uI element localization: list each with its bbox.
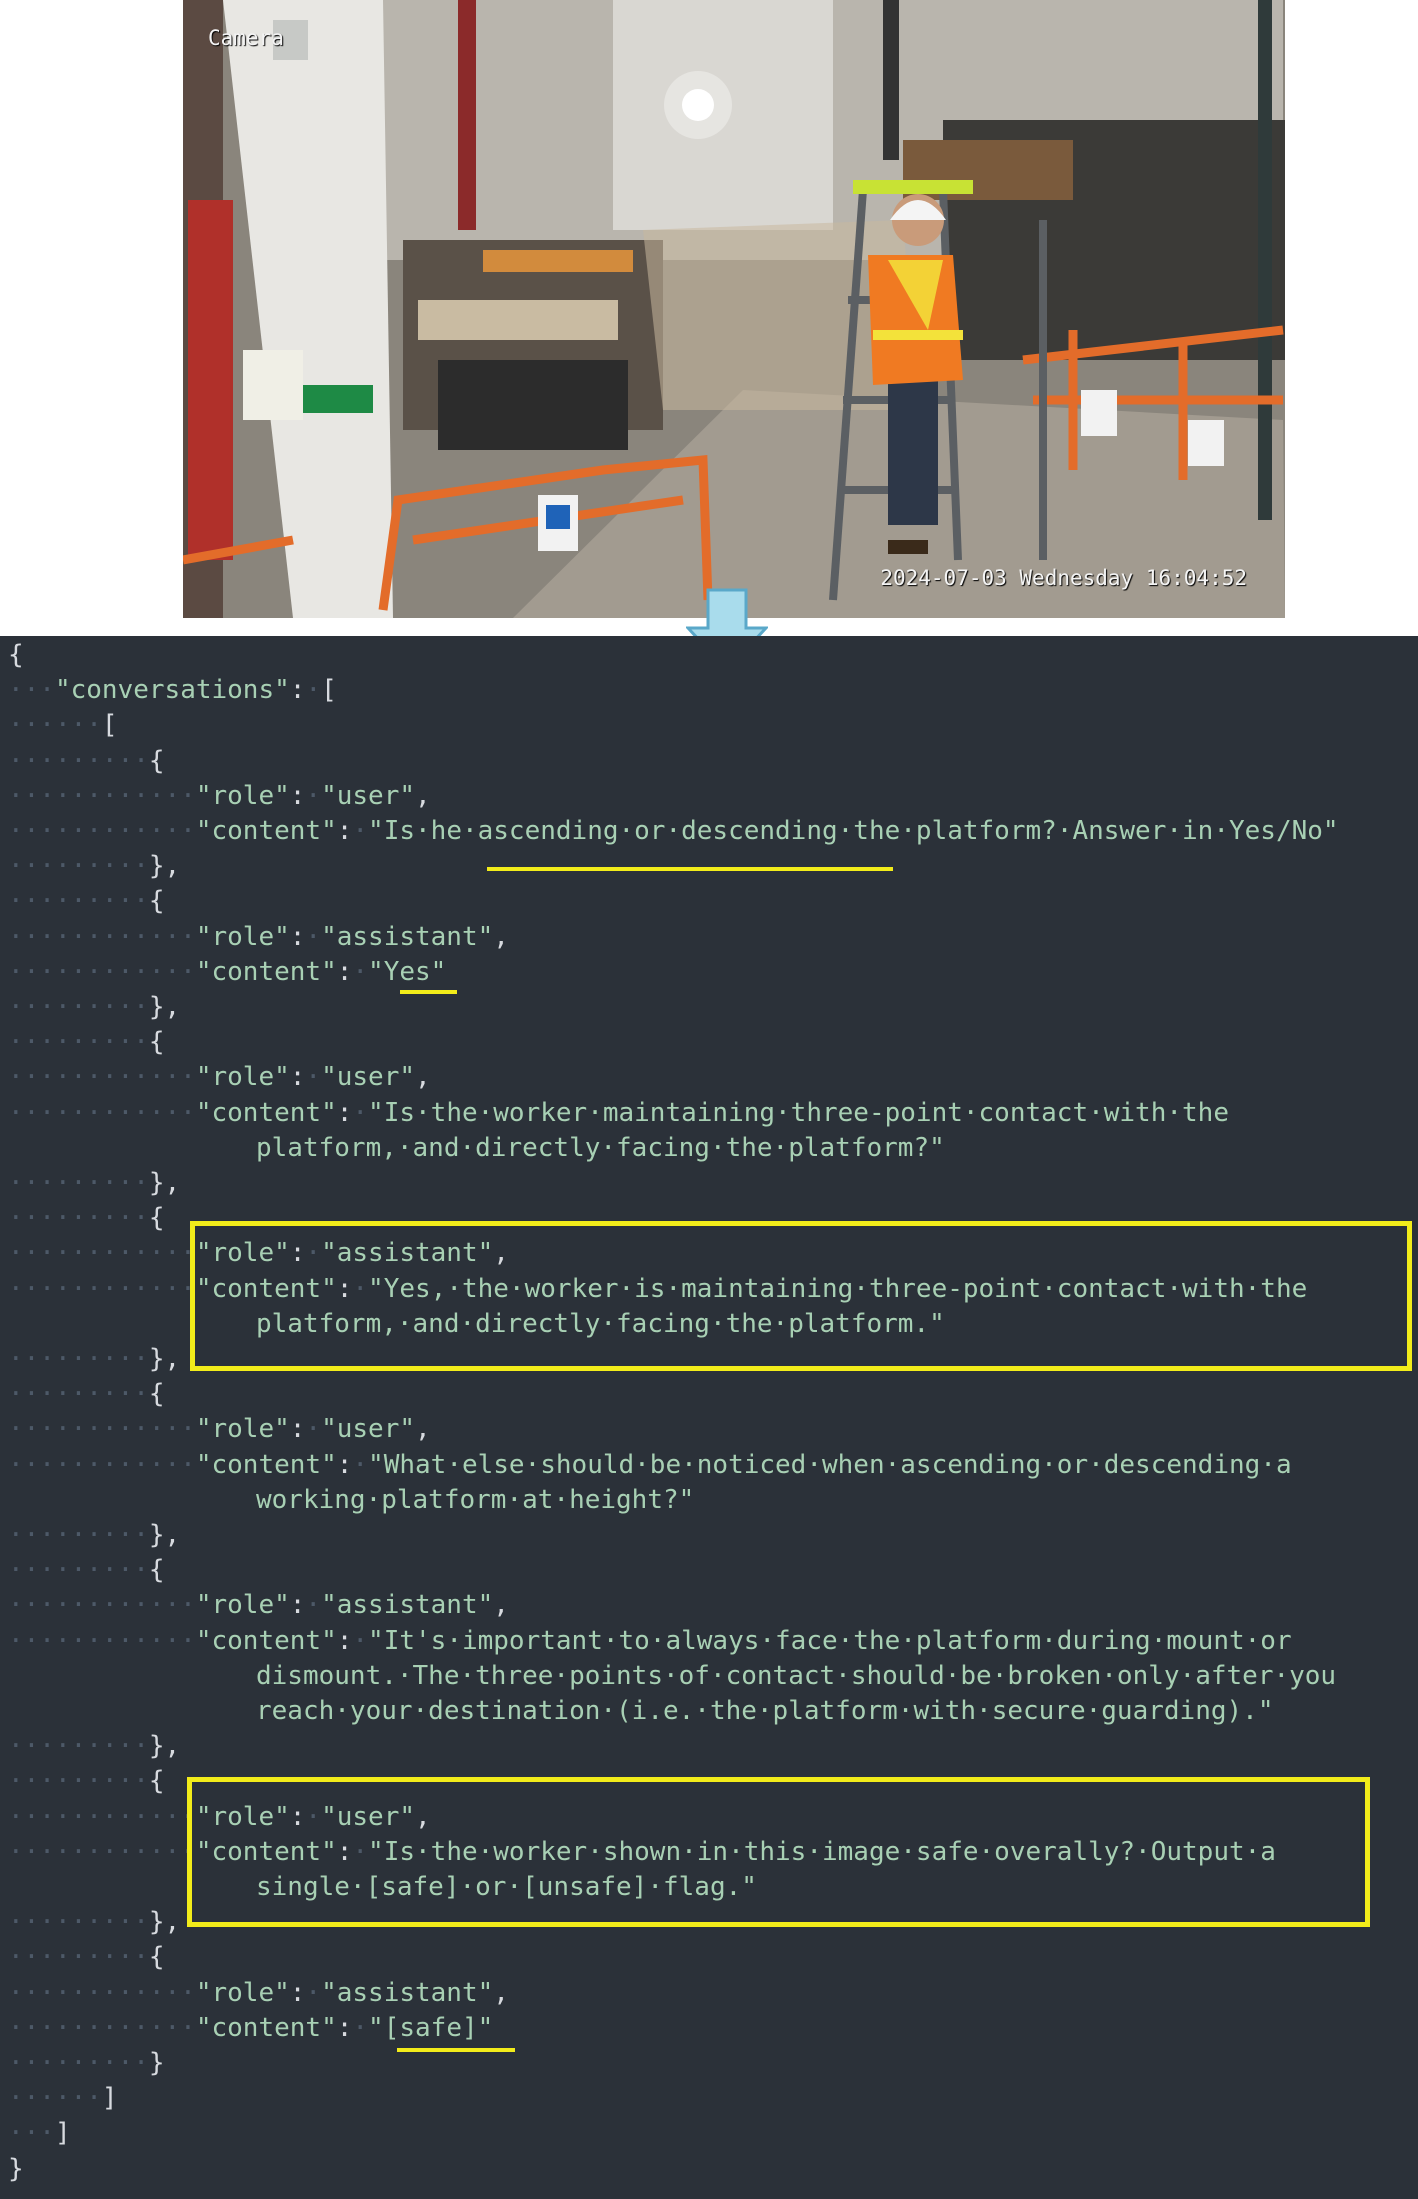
camera-label: Camera bbox=[208, 26, 284, 50]
array-close: ···] bbox=[8, 2118, 71, 2149]
conversations-key-line: ···"conversations":·[ bbox=[8, 675, 337, 706]
content-value: platform,·and·directly·facing·the·platfo… bbox=[256, 1132, 945, 1163]
camera-timestamp: 2024-07-03 Wednesday 16:04:52 bbox=[880, 566, 1247, 590]
message-open-brace: ·········{ bbox=[8, 1203, 165, 1234]
message-content-line: ············"content":·"[safe]" bbox=[8, 2012, 494, 2043]
role-value: "assistant" bbox=[321, 1977, 494, 2008]
json-code-panel: { ···"conversations":·[ ······[ ·········{ ·… bbox=[0, 636, 1418, 2199]
message-content-line: ············"content":·"Is·the·worker·ma… bbox=[8, 1097, 1229, 1128]
content-value: reach·your·destination·(i.e.·the·platfor… bbox=[256, 1696, 1274, 1726]
content-value: dismount.·The·three·points·of·contact·sh… bbox=[256, 1660, 1337, 1691]
inner-array-close: ······] bbox=[8, 2083, 118, 2114]
underline-safe bbox=[397, 2048, 515, 2052]
message-content-continuation: reach·your·destination·(i.e.·the·platfor… bbox=[256, 1694, 1273, 1728]
message-open-brace: ·········{ bbox=[8, 1766, 165, 1797]
content-key: "content" bbox=[195, 956, 337, 987]
role-key: "role" bbox=[195, 1062, 290, 1093]
content-value: "It's·important·to·always·face·the·platf… bbox=[368, 1625, 1292, 1656]
json-open-brace: { bbox=[8, 640, 24, 670]
message-role-line: ············"role":·"assistant", bbox=[8, 1977, 509, 2008]
message-close-brace: ·········}, bbox=[8, 1907, 181, 1938]
highlight-box-safe-question bbox=[187, 1777, 1370, 1927]
message-open-brace: ·········{ bbox=[8, 886, 165, 917]
message-close-brace: ·········}, bbox=[8, 1168, 181, 1198]
role-key: "role" bbox=[195, 921, 290, 952]
content-value: "[safe]" bbox=[368, 2012, 494, 2043]
message-content-continuation: dismount.·The·three·points·of·contact·sh… bbox=[256, 1659, 1336, 1693]
message-open-brace: ·········{ bbox=[8, 1555, 165, 1586]
role-key: "role" bbox=[195, 1414, 290, 1445]
content-key: "content" bbox=[195, 816, 337, 846]
conversations-key: "conversations" bbox=[54, 675, 290, 706]
message-content-line: ············"content":·"It's·important·t… bbox=[8, 1625, 1292, 1656]
message-close-brace: ·········}, bbox=[8, 851, 181, 882]
role-value: "assistant" bbox=[321, 1590, 494, 1621]
role-value: "user" bbox=[321, 1414, 415, 1445]
role-value: "assistant" bbox=[321, 921, 494, 952]
message-open-brace: ·········{ bbox=[8, 1379, 165, 1410]
message-content-line: ············"content":·"Yes" bbox=[8, 956, 447, 987]
content-key: "content" bbox=[195, 2012, 337, 2043]
message-close-brace: ·········}, bbox=[8, 1520, 181, 1550]
json-close-brace: } bbox=[8, 2153, 24, 2184]
message-close-brace: ·········}, bbox=[8, 1731, 181, 1762]
underline-yes bbox=[400, 990, 457, 994]
message-close-brace: ·········}, bbox=[8, 1344, 181, 1374]
underline-ascending-descending bbox=[487, 867, 893, 871]
message-role-line: ············"role":·"assistant", bbox=[8, 1590, 509, 1621]
content-value: "What·else·should·be·noticed·when·ascend… bbox=[368, 1449, 1292, 1480]
highlight-box-three-point bbox=[190, 1221, 1412, 1371]
message-role-line: ············"role":·"assistant", bbox=[8, 921, 509, 952]
message-open-brace: ·········{ bbox=[8, 745, 165, 776]
role-value: "user" bbox=[321, 780, 415, 811]
message-content-continuation: platform,·and·directly·facing·the·platfo… bbox=[256, 1131, 945, 1165]
role-key: "role" bbox=[195, 780, 290, 811]
content-value: working·platform·at·height?" bbox=[256, 1484, 695, 1515]
content-value: "Is·the·worker·maintaining·three-point·c… bbox=[368, 1097, 1229, 1128]
message-role-line: ············"role":·"user", bbox=[8, 780, 431, 811]
message-role-line: ············"role":·"user", bbox=[8, 1414, 431, 1445]
content-key: "content" bbox=[195, 1625, 337, 1656]
message-close-brace: ·········}, bbox=[8, 992, 181, 1022]
message-role-line: ············"role":·"user", bbox=[8, 1062, 431, 1093]
role-key: "role" bbox=[195, 1590, 290, 1621]
content-value: "Is·he·ascending·or·descending·the·platf… bbox=[368, 816, 1339, 846]
warehouse-scene bbox=[183, 0, 1285, 618]
content-key: "content" bbox=[195, 1449, 337, 1480]
message-content-line: ············"content":·"Is·he·ascending·… bbox=[8, 816, 1339, 846]
inner-array-open: ······[ bbox=[8, 710, 118, 741]
content-key: "content" bbox=[195, 1097, 337, 1128]
content-value: "Yes" bbox=[368, 956, 447, 987]
role-key: "role" bbox=[195, 1977, 290, 2008]
message-content-continuation: working·platform·at·height?" bbox=[256, 1483, 694, 1517]
message-open-brace: ·········{ bbox=[8, 1027, 165, 1058]
camera-image: Camera 2024-07-03 Wednesday 16:04:52 bbox=[183, 0, 1285, 618]
message-content-line: ············"content":·"What·else·should… bbox=[8, 1449, 1292, 1480]
role-value: "user" bbox=[321, 1062, 415, 1093]
message-open-brace: ·········{ bbox=[8, 1942, 165, 1973]
message-close-brace: ·········} bbox=[8, 2048, 165, 2078]
